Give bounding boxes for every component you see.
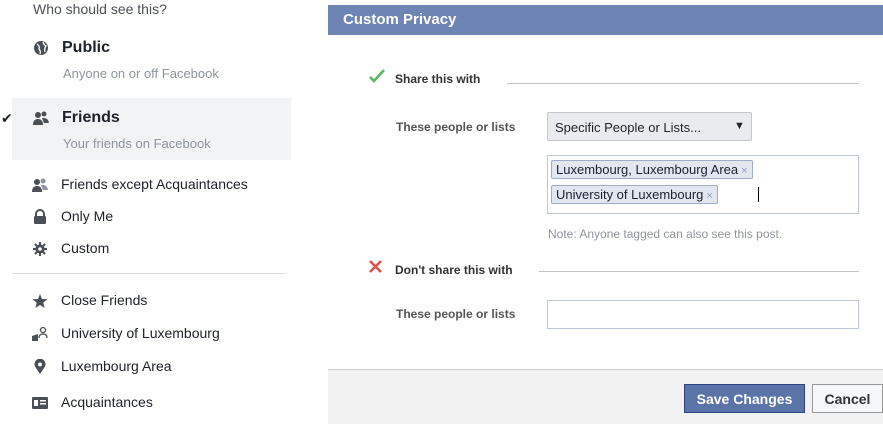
audience-select-value: Specific People or Lists... xyxy=(555,120,701,135)
chevron-down-icon: ▼ xyxy=(734,120,745,132)
token: Luxembourg, Luxembourg Area × xyxy=(551,160,753,179)
option-title: Public xyxy=(62,39,111,56)
remove-token-icon[interactable]: × xyxy=(741,165,747,177)
building-icon xyxy=(32,326,48,342)
custom-privacy-dialog: Custom Privacy Share this with These peo… xyxy=(328,5,883,424)
share-row-label: These people or lists xyxy=(396,120,516,134)
list-university-of-luxembourg[interactable]: University of Luxembourg xyxy=(12,318,291,348)
selected-check-icon: ✔ xyxy=(1,110,13,126)
cancel-button-label: Cancel xyxy=(824,391,871,407)
dont-share-row-label: These people or lists xyxy=(396,307,516,321)
list-label: Close Friends xyxy=(61,292,148,308)
option-label: Friends except Acquaintances xyxy=(61,176,248,192)
friends-except-icon xyxy=(32,177,48,193)
section-rule xyxy=(539,271,859,272)
save-button-label: Save Changes xyxy=(696,391,793,407)
id-card-icon xyxy=(32,395,48,411)
dont-share-section-title: Don't share this with xyxy=(395,263,513,277)
audience-select[interactable]: Specific People or Lists... ▼ xyxy=(547,112,752,141)
option-subtitle: Anyone on or off Facebook xyxy=(63,66,219,81)
option-label: Custom xyxy=(61,240,110,256)
audience-menu: Who should see this? Public Anyone on or… xyxy=(0,0,292,424)
location-pin-icon xyxy=(32,358,48,375)
option-label: Only Me xyxy=(61,208,114,224)
list-close-friends[interactable]: Close Friends xyxy=(12,285,291,315)
tagged-note: Note: Anyone tagged can also see this po… xyxy=(548,227,783,241)
list-label: Acquaintances xyxy=(61,394,153,410)
list-luxembourg-area[interactable]: Luxembourg Area xyxy=(12,351,291,381)
list-label: University of Luxembourg xyxy=(61,325,220,341)
share-token-input[interactable]: Luxembourg, Luxembourg Area × University … xyxy=(547,155,859,214)
gear-icon xyxy=(32,241,48,257)
option-title: Friends xyxy=(62,109,120,126)
text-cursor xyxy=(758,187,759,202)
globe-icon xyxy=(33,40,49,56)
token-label: University of Luxembourg xyxy=(556,187,704,202)
option-subtitle: Your friends on Facebook xyxy=(63,136,211,151)
option-friends[interactable]: ✔ Friends Your friends on Facebook xyxy=(1,98,291,160)
token-label: Luxembourg, Luxembourg Area xyxy=(556,162,739,177)
red-x-icon xyxy=(369,260,382,277)
dialog-header: Custom Privacy xyxy=(328,5,883,35)
list-acquaintances[interactable]: Acquaintances xyxy=(12,387,291,417)
option-public[interactable]: Public Anyone on or off Facebook xyxy=(12,28,291,90)
section-rule xyxy=(507,83,859,84)
menu-header: Who should see this? xyxy=(33,1,167,17)
option-friends-except-acquaintances[interactable]: Friends except Acquaintances xyxy=(12,169,291,199)
remove-token-icon[interactable]: × xyxy=(706,190,712,202)
save-changes-button[interactable]: Save Changes xyxy=(684,384,805,413)
token: University of Luxembourg × xyxy=(551,185,718,204)
lock-icon xyxy=(32,209,48,225)
dialog-title: Custom Privacy xyxy=(343,11,457,28)
dont-share-input[interactable] xyxy=(547,300,859,329)
menu-divider xyxy=(12,273,286,274)
list-label: Luxembourg Area xyxy=(61,358,172,374)
star-icon xyxy=(32,293,48,309)
option-only-me[interactable]: Only Me xyxy=(12,201,291,231)
friends-icon xyxy=(33,110,49,126)
option-custom[interactable]: Custom xyxy=(12,233,291,263)
share-section-title: Share this with xyxy=(395,72,481,86)
green-check-icon xyxy=(369,69,385,87)
dialog-footer: Save Changes Cancel xyxy=(328,369,883,424)
cancel-button[interactable]: Cancel xyxy=(812,384,883,413)
